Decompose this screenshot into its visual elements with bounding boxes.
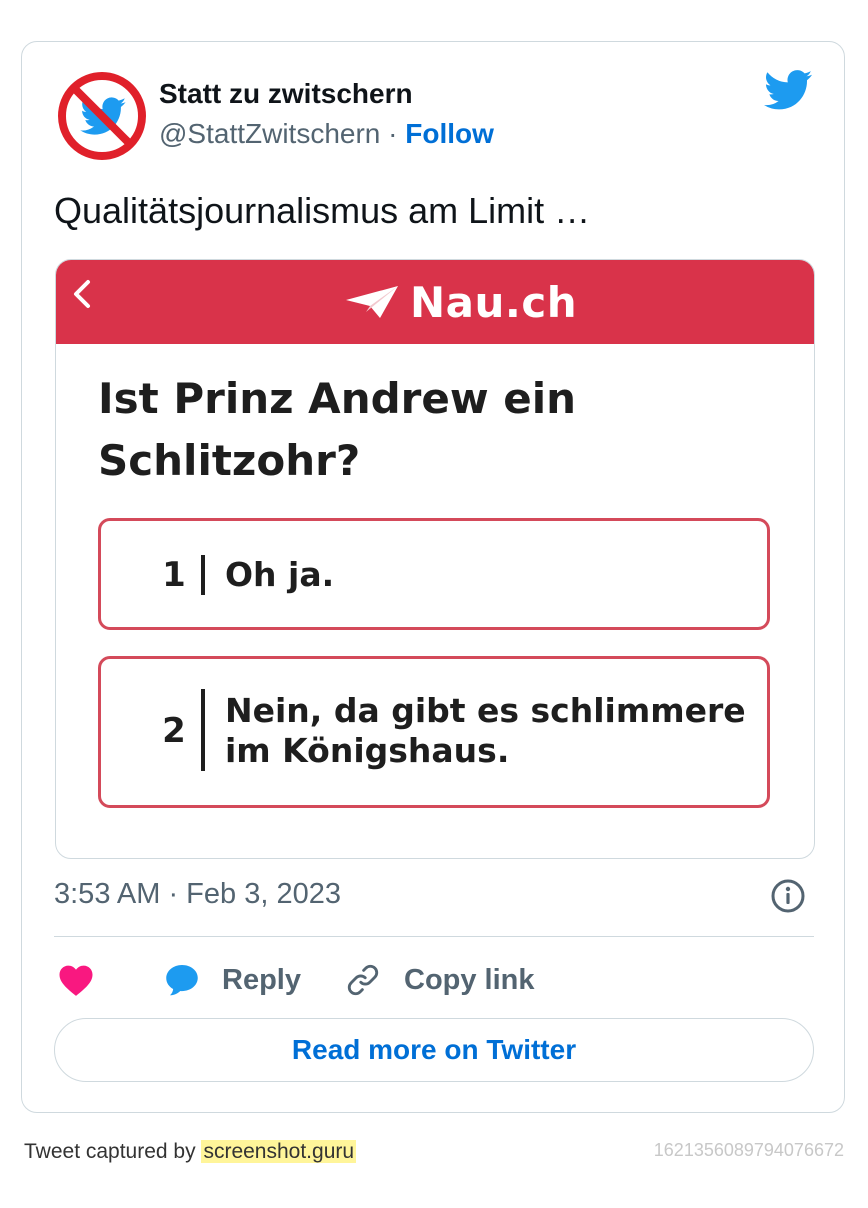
like-button[interactable] [58, 950, 94, 1010]
paper-plane-icon [346, 286, 398, 318]
avatar[interactable] [56, 70, 148, 162]
option-number: 1 [162, 555, 186, 595]
link-icon [347, 964, 379, 996]
reply-button[interactable]: Reply [164, 950, 301, 1010]
option-separator [201, 555, 205, 595]
option-number: 2 [162, 711, 186, 751]
option-text: Oh ja. [225, 555, 335, 594]
handle-row: @StattZwitschern · Follow [159, 118, 494, 150]
follow-button[interactable]: Follow [405, 118, 494, 149]
nau-brand: Nau.ch [344, 272, 577, 332]
capture-credit-prefix: Tweet captured by [24, 1140, 196, 1163]
speech-bubble-icon [166, 965, 198, 996]
poll-question: Ist Prinz Andrew ein Schlitzohr? [98, 374, 577, 485]
twitter-bird-icon[interactable] [764, 70, 812, 110]
action-bar: Reply Copy link [54, 950, 814, 1010]
info-icon[interactable] [770, 878, 806, 914]
option-separator [201, 689, 205, 771]
back-chevron-icon [68, 274, 98, 314]
author-handle[interactable]: @StattZwitschern [159, 118, 380, 149]
no-twitter-icon [58, 72, 146, 160]
poll-option: 2 Nein, da gibt es schlimmere im Königsh… [98, 656, 770, 808]
capture-credit: Tweet captured by screenshot.guru [24, 1140, 357, 1164]
author-name[interactable]: Statt zu zwitschern [159, 78, 413, 110]
divider [54, 936, 814, 937]
capture-site-link[interactable]: screenshot.guru [201, 1140, 357, 1163]
separator-dot: · [388, 118, 398, 149]
tweet-text: Qualitätsjournalismus am Limit … [54, 190, 591, 231]
reply-label: Reply [222, 963, 301, 996]
read-more-button[interactable]: Read more on Twitter [54, 1018, 814, 1082]
copy-link-label: Copy link [404, 963, 535, 996]
nau-brand-text: Nau.ch [410, 277, 578, 327]
poll-option: 1 Oh ja. [98, 518, 770, 630]
copy-link-button[interactable]: Copy link [344, 950, 535, 1010]
tweet-card: Statt zu zwitschern @StattZwitschern · F… [21, 41, 845, 1113]
heart-icon [59, 965, 93, 996]
tweet-id: 1621356089794076672 [653, 1140, 844, 1160]
tweet-timestamp[interactable]: 3:53 AM · Feb 3, 2023 [54, 878, 341, 911]
tweet-media-image[interactable]: Nau.ch Ist Prinz Andrew ein Schlitzohr? … [55, 259, 815, 859]
nau-header-bar: Nau.ch [56, 260, 814, 344]
option-text: Nein, da gibt es schlimmere im Königshau… [225, 691, 746, 770]
